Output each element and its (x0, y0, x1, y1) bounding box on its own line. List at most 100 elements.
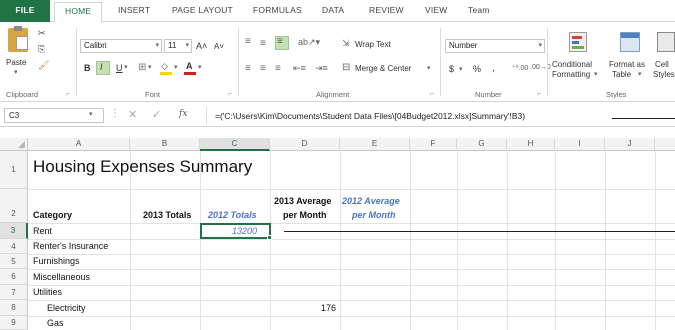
currency-button[interactable]: $ (449, 64, 454, 74)
underline-icon[interactable]: U (116, 63, 123, 73)
format-painter-icon[interactable]: 🖌 (38, 60, 49, 71)
percent-button[interactable]: % (473, 64, 481, 74)
electricity-2013-avg-value[interactable]: 176 (321, 303, 336, 313)
font-size-select[interactable]: 11 ▾ (164, 39, 192, 53)
chevron-down-icon[interactable]: ▾ (124, 63, 128, 71)
row-header-5[interactable]: 5 (0, 254, 28, 269)
tab-home[interactable]: HOME (54, 2, 103, 23)
row-header-8[interactable]: 8 (0, 300, 28, 316)
comma-button[interactable]: , (492, 63, 495, 74)
column-header-g[interactable]: G (457, 138, 507, 151)
fill-color-icon[interactable]: ◇ (160, 61, 172, 75)
category-rent[interactable]: Rent (33, 226, 52, 236)
tab-page-layout[interactable]: PAGE LAYOUT (172, 5, 233, 15)
column-header-c[interactable]: C (200, 138, 270, 151)
increase-font-icon[interactable]: A˄ (196, 41, 207, 51)
column-header-e[interactable]: E (340, 138, 410, 151)
category-miscellaneous[interactable]: Miscellaneous (33, 272, 90, 282)
cancel-icon[interactable]: ✕ (128, 108, 137, 121)
chevron-down-icon[interactable]: ▾ (148, 63, 152, 71)
increase-decimal-icon[interactable]: ⁺⁰.00 (512, 64, 528, 72)
column-header-b[interactable]: B (130, 138, 200, 151)
top-align-icon[interactable]: ≡ (245, 36, 251, 47)
cell-styles-button[interactable]: Cell Styles (652, 26, 675, 86)
category-renters-insurance[interactable]: Renter's Insurance (33, 241, 108, 251)
column-header-k[interactable] (655, 138, 675, 151)
chevron-down-icon[interactable]: ▾ (459, 65, 463, 73)
name-box-dropdown-icon[interactable]: ▾ (89, 110, 93, 118)
bottom-align-icon[interactable]: ≡ (275, 36, 289, 50)
font-color-icon[interactable]: A (184, 61, 196, 75)
merge-center-button[interactable]: Merge & Center (355, 64, 411, 73)
header-2013-avg-line2[interactable]: per Month (283, 210, 327, 220)
clipboard-launcher-icon[interactable]: ⌐ (66, 91, 70, 98)
tab-view[interactable]: VIEW (425, 5, 448, 15)
column-header-j[interactable]: J (605, 138, 655, 151)
header-2013-avg-line1[interactable]: 2013 Average (274, 196, 331, 206)
column-header-h[interactable]: H (507, 138, 555, 151)
chevron-down-icon[interactable]: ▾ (198, 63, 202, 71)
wrap-text-button[interactable]: Wrap Text (355, 40, 391, 49)
number-launcher-icon[interactable]: ⌐ (537, 91, 541, 98)
category-furnishings[interactable]: Furnishings (33, 256, 80, 266)
insert-function-icon[interactable]: fx (179, 109, 187, 119)
row-header-6[interactable]: 6 (0, 269, 28, 285)
category-gas[interactable]: Gas (47, 318, 64, 328)
sheet-title[interactable]: Housing Expenses Summary (33, 157, 252, 177)
row-header-1[interactable]: 1 (0, 151, 28, 189)
row-header-4[interactable]: 4 (0, 239, 28, 254)
tab-team[interactable]: Team (468, 5, 490, 15)
font-launcher-icon[interactable]: ⌐ (228, 91, 232, 98)
tab-file[interactable]: FILE (0, 0, 50, 22)
tab-formulas[interactable]: FORMULAS (253, 5, 302, 15)
header-2012-totals[interactable]: 2012 Totals (208, 210, 257, 220)
decrease-font-icon[interactable]: A˅ (214, 42, 224, 51)
chevron-down-icon[interactable]: ▾ (174, 63, 178, 71)
column-header-a[interactable]: A (28, 138, 130, 151)
chevron-down-icon[interactable]: ▾ (427, 64, 431, 72)
increase-indent-icon[interactable]: ⇥≡ (315, 63, 328, 74)
header-2012-avg-line2[interactable]: per Month (352, 210, 396, 220)
column-header-f[interactable]: F (410, 138, 457, 151)
cut-icon[interactable]: ✂ (38, 28, 46, 39)
enter-icon[interactable]: ✓ (152, 108, 161, 121)
formula-input[interactable]: =('C:\Users\Kim\Documents\Student Data F… (215, 111, 525, 121)
fill-handle[interactable] (267, 235, 272, 240)
number-format-value: Number (449, 41, 478, 50)
row-header-9[interactable]: 9 (0, 316, 28, 330)
align-left-icon[interactable]: ≡ (245, 63, 251, 74)
header-category[interactable]: Category (33, 210, 72, 220)
align-right-icon[interactable]: ≡ (275, 63, 281, 74)
category-electricity[interactable]: Electricity (47, 303, 86, 313)
decrease-indent-icon[interactable]: ⇤≡ (293, 63, 306, 74)
tab-insert[interactable]: INSERT (118, 5, 150, 15)
italic-icon[interactable]: I (96, 61, 110, 75)
column-header-i[interactable]: I (555, 138, 605, 151)
middle-align-icon[interactable]: ≡ (260, 38, 266, 49)
row-header-2[interactable]: 2 (0, 189, 28, 223)
column-header-d[interactable]: D (270, 138, 340, 151)
merge-center-icon[interactable]: ⊟ (342, 62, 350, 73)
borders-icon[interactable]: ⊞ (138, 62, 146, 73)
conditional-formatting-button[interactable]: Conditional Formatting ▾ (551, 26, 605, 86)
alignment-launcher-icon[interactable]: ⌐ (430, 91, 434, 98)
orientation-icon[interactable]: ab↗▾ (298, 37, 320, 48)
copy-icon[interactable]: ⎘ (38, 44, 45, 55)
tab-data[interactable]: DATA (322, 5, 344, 15)
paste-button[interactable]: Paste ▾ (4, 26, 34, 76)
number-format-select[interactable]: Number ▾ (445, 39, 545, 53)
number-group-label: Number (475, 90, 502, 99)
tab-review[interactable]: REVIEW (369, 5, 404, 15)
format-as-table-button[interactable]: Format as Table ▾ (608, 26, 650, 86)
font-name-select[interactable]: Calibri ▾ (80, 39, 162, 53)
active-cell-c3[interactable] (200, 223, 271, 239)
header-2012-avg-line1[interactable]: 2012 Average (342, 196, 400, 206)
select-all-corner[interactable] (0, 138, 28, 151)
header-2013-totals[interactable]: 2013 Totals (143, 210, 191, 220)
wrap-text-icon[interactable]: ⇲ (342, 38, 350, 49)
row-header-3[interactable]: 3 (0, 223, 28, 239)
align-center-icon[interactable]: ≡ (260, 63, 266, 74)
row-header-7[interactable]: 7 (0, 285, 28, 300)
category-utilities[interactable]: Utilities (33, 287, 62, 297)
bold-icon[interactable]: B (84, 63, 91, 73)
